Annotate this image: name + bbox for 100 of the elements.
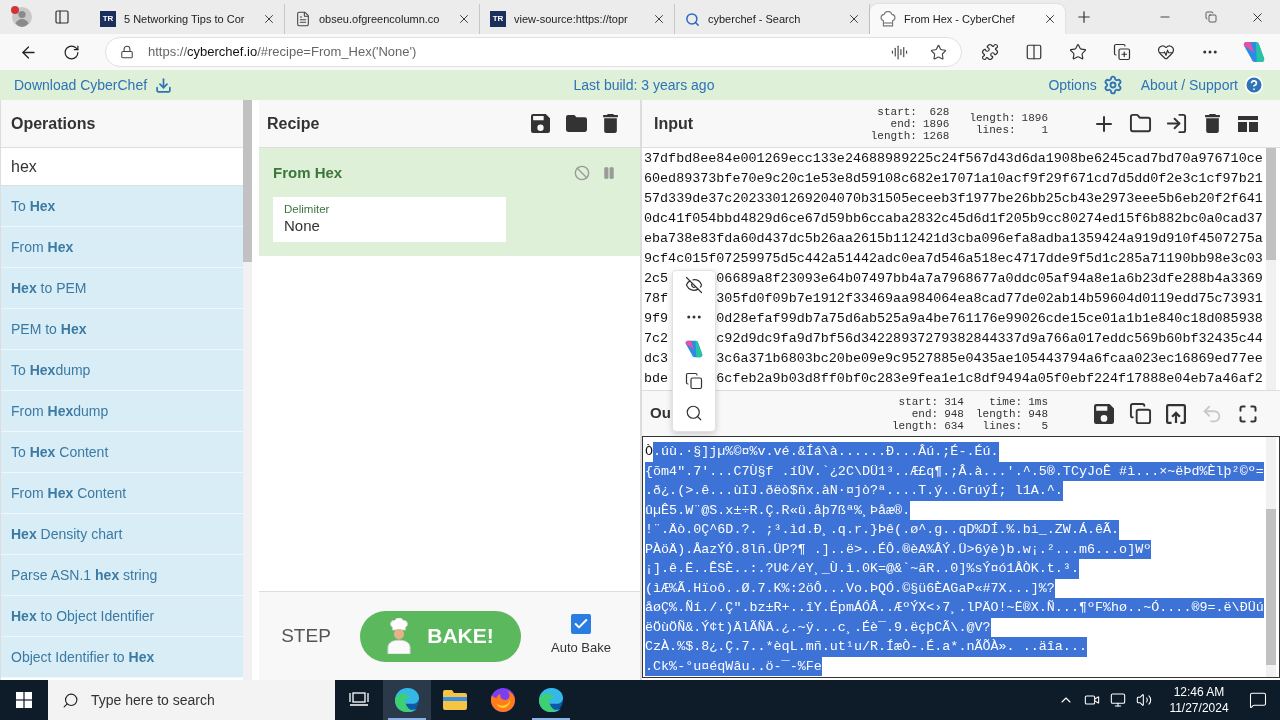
taskbar-app[interactable]: [383, 680, 431, 720]
taskbar-search-field[interactable]: Type here to search: [48, 680, 335, 720]
operation-item[interactable]: Hex Density chart: [1, 514, 243, 555]
step-button[interactable]: STEP: [274, 616, 338, 656]
task-view-icon[interactable]: [349, 692, 369, 708]
restore-icon[interactable]: [1205, 11, 1217, 23]
browser-icon[interactable]: [395, 688, 419, 712]
windows-logo-icon[interactable]: [16, 692, 32, 708]
operation-item[interactable]: From Hexdump: [1, 391, 243, 432]
scrollbar-thumb[interactable]: [243, 100, 252, 262]
bake-button[interactable]: BAKE!: [360, 610, 521, 662]
stat-label: lines:: [981, 419, 1023, 432]
address-field[interactable]: https://cyberchef.io/#recipe=From_Hex('None'): [105, 37, 962, 67]
camera-icon[interactable]: [1084, 692, 1100, 708]
operation-item[interactable]: To Hexdump: [1, 350, 243, 391]
input-text-line: 06689a8f23093e64b07497bb4a7a7968677a0ddc05af94a8e1a6b23dfe288b4a3369: [716, 270, 1263, 288]
star-icon[interactable]: [930, 43, 947, 61]
output-text: ëÖùÖÑ&.Ý¢t)ÄlÃÑÄ.¿.~ÿ...c¸.Éè¯.9.ëçþCÃ\.@V?: [645, 617, 991, 637]
refresh-icon[interactable]: [62, 43, 80, 61]
browser-icon[interactable]: [491, 688, 515, 712]
recipe-operation[interactable]: From Hex Delimiter None: [259, 148, 640, 256]
tab-title: obseu.ofgreencolumn.co: [319, 11, 440, 27]
scrollbar-thumb[interactable]: [1266, 148, 1276, 260]
close-icon[interactable]: [1043, 12, 1057, 26]
operation-item[interactable]: Parse ASN.1 hex string: [1, 555, 243, 596]
folder-icon[interactable]: [566, 115, 587, 132]
auto-bake-checkbox[interactable]: [571, 614, 591, 635]
save-icon[interactable]: [531, 114, 550, 133]
browser-icon[interactable]: [539, 688, 563, 712]
search-icon[interactable]: [685, 404, 703, 422]
chef-icon: [387, 618, 412, 654]
close-icon[interactable]: [652, 12, 666, 26]
operation-item[interactable]: Object Identifier to Hex: [1, 637, 243, 678]
delete-icon[interactable]: [1204, 114, 1220, 133]
stat-value: 5: [1040, 419, 1048, 432]
upload-window-icon[interactable]: [1166, 403, 1186, 424]
panel-title: Operations: [11, 113, 96, 134]
folder-icon[interactable]: [443, 690, 467, 710]
folder-icon[interactable]: [1128, 112, 1152, 135]
input-text-line: bde: [644, 370, 669, 388]
operation-item[interactable]: From Hex: [1, 227, 243, 268]
copy-icon[interactable]: [1128, 402, 1152, 425]
output-text: åøÇ%.Ñí./.Ç".bz±R+..îY.ÉpmÁÓÂ..ÆºÝX<›7¸.lPÄO!~Ë®X.Ñ...¶ºF%hø..~Ó....®9=.ë\ÐÜú: [645, 598, 1264, 618]
input-text-line: 6cfeb2a9b03d8ff0bf0c283e9fea1e1c8df9494a05f0ebf224f17888e04eb7a46af2: [716, 370, 1263, 388]
copy-icon[interactable]: [685, 372, 703, 390]
output-text: .úù.·§]jµ%©¤%v.vé.&Íá\à......Ð...Âú.;É-.Éú.: [653, 442, 999, 462]
split-screen-icon[interactable]: [1025, 43, 1043, 61]
download-link[interactable]: Download CyberChef: [14, 74, 173, 96]
tab-actions-icon[interactable]: [54, 9, 70, 25]
network-icon[interactable]: [1110, 692, 1126, 708]
extensions-icon[interactable]: [981, 43, 999, 61]
browser-tab[interactable]: From Hex - CyberChef: [870, 4, 1065, 34]
checkbox-label: Auto Bake: [551, 639, 611, 658]
stat-value: 1896: [1021, 111, 1048, 124]
input-text-line: 9cf4c015f07259975d5c442a51442adc0ea7d546a518ec4717dde9f5d1c285a71190bb98e3c03: [644, 250, 1263, 268]
delete-icon[interactable]: [603, 114, 618, 133]
operation-item[interactable]: Hex to Object Identifier: [1, 596, 243, 637]
settings-icon: [1102, 75, 1123, 95]
stat-label: start:: [876, 105, 917, 118]
stat-value: 1268: [922, 129, 950, 142]
output-text: PÀöÄ).ÅazÝÓ.8lñ.ÜP?¶ .]..ë>..ÉÔ.®èA%ÂÝ.Ü>6ýè)b.w¡.²...m6...o]Wº: [645, 539, 1152, 559]
stat-value: 948: [1028, 407, 1048, 420]
about-link[interactable]: About / Support: [1140, 74, 1264, 96]
document-icon: [295, 11, 311, 27]
output-text: .Ck%-°u¤éqWâu..ö-¯-%Fe: [645, 656, 822, 676]
save-icon[interactable]: [1094, 403, 1114, 424]
operation-item[interactable]: From Hex Content: [1, 473, 243, 514]
stat-label: end:: [910, 407, 939, 420]
clock[interactable]: 12:46 AM 11/27/2024: [1162, 684, 1236, 716]
read-aloud-icon[interactable]: [891, 43, 908, 61]
close-icon[interactable]: [457, 12, 471, 26]
lock-icon[interactable]: [120, 45, 134, 59]
operation-name: From Hex: [273, 163, 343, 183]
close-icon[interactable]: [847, 12, 861, 26]
options-link[interactable]: Options: [1048, 74, 1123, 96]
speaker-icon[interactable]: [1136, 692, 1152, 708]
output-text: ûµÊ5.W¨@S.x±÷R.Ç.R«ü.åþ7ßª%¸Þåæ®.: [645, 500, 911, 520]
app-logo-icon[interactable]: [1243, 41, 1265, 63]
layout-icon[interactable]: [1238, 115, 1258, 132]
operation-item[interactable]: To Hex Content: [1, 432, 243, 473]
site-logo: TR: [100, 11, 116, 27]
operation-item[interactable]: PEM to Hex: [1, 309, 243, 350]
fullscreen-icon[interactable]: [1238, 403, 1258, 424]
operation-item[interactable]: Hex to PEM: [1, 268, 243, 309]
input-text-line: 9f9: [644, 310, 669, 328]
close-icon[interactable]: [262, 12, 276, 26]
collections-icon[interactable]: [1113, 43, 1131, 61]
star-list-icon[interactable]: [1069, 43, 1087, 61]
delimiter-field[interactable]: Delimiter None: [273, 196, 506, 242]
operation-item[interactable]: To Hex: [1, 186, 243, 227]
stat-value: 314: [944, 395, 964, 408]
input-text-line: 7c2: [644, 330, 669, 348]
scrollbar-thumb[interactable]: [1266, 509, 1276, 665]
notification-icon[interactable]: [1249, 691, 1267, 709]
eye-slash-icon[interactable]: [685, 276, 703, 294]
sign-in-icon[interactable]: [1164, 112, 1188, 135]
new-tab-icon[interactable]: [1075, 8, 1093, 26]
output-field[interactable]: [642, 436, 1280, 678]
heart-pulse-icon[interactable]: [1157, 43, 1175, 61]
app-logo-icon[interactable]: [685, 340, 703, 358]
